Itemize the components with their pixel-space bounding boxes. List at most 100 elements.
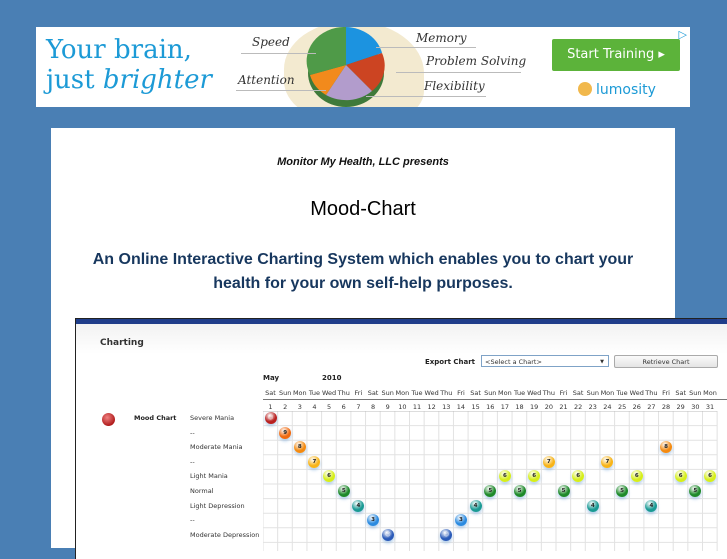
weekday-label: Sat xyxy=(367,389,379,397)
mood-point[interactable]: 5 xyxy=(337,485,350,497)
weekday-label: Tue xyxy=(616,389,628,397)
mood-point[interactable]: 4 xyxy=(645,499,658,512)
mood-point[interactable]: 5 xyxy=(557,485,570,497)
mood-chart-icon xyxy=(102,413,115,426)
lumosity-logo-icon xyxy=(578,82,592,96)
row-label: -- xyxy=(190,457,195,466)
day-number-label: 28 xyxy=(661,403,671,411)
mood-point[interactable]: 5 xyxy=(513,485,526,497)
ad-headline-line2: just xyxy=(46,65,103,95)
day-number-label: 27 xyxy=(647,403,656,411)
day-number-label: 14 xyxy=(456,403,466,411)
weekday-label: Wed xyxy=(527,389,542,397)
weekday-label: Wed xyxy=(322,389,337,397)
day-number-label: 23 xyxy=(588,403,597,411)
row-label: Light Depression xyxy=(190,501,245,510)
adchoices-icon[interactable]: ▷ xyxy=(679,28,687,41)
mood-point[interactable]: ☺ xyxy=(440,528,453,541)
mood-point[interactable]: 9 xyxy=(279,426,292,439)
day-number-label: 26 xyxy=(632,403,641,411)
day-number-label: 18 xyxy=(515,403,524,411)
weekday-label: Mon xyxy=(703,389,717,397)
day-number-label: 9 xyxy=(385,403,390,411)
ad-label-speed: Speed xyxy=(252,35,290,49)
day-number-label: 2 xyxy=(283,403,288,411)
row-label: Normal xyxy=(190,487,214,495)
weekday-label: Thu xyxy=(542,389,555,397)
weekday-label: Fri xyxy=(354,389,363,397)
mood-point[interactable]: 4 xyxy=(469,499,482,512)
row-label: Moderate Mania xyxy=(190,443,243,452)
weekday-label: Wed xyxy=(424,389,439,397)
day-number-label: 8 xyxy=(370,403,376,411)
day-number-label: 22 xyxy=(574,403,583,411)
retrieve-chart-button[interactable]: Retrieve Chart xyxy=(614,355,718,368)
ad-leader-line xyxy=(366,96,486,97)
ad-leader-line xyxy=(396,72,521,73)
ad-label-problem-solving: Problem Solving xyxy=(426,54,527,68)
mood-grid xyxy=(263,411,718,551)
row-label: -- xyxy=(190,516,195,525)
weekday-label: Sun xyxy=(689,389,702,397)
lumosity-logo[interactable]: lumosity xyxy=(578,82,656,98)
dropdown-arrow-icon: ▼ xyxy=(600,359,604,365)
header-divider xyxy=(263,399,727,400)
day-number-label: 3 xyxy=(297,403,302,411)
charting-app: Charting Export Chart <Select a Chart> ▼… xyxy=(75,318,727,559)
weekday-label: Sat xyxy=(572,389,584,397)
day-number-label: 31 xyxy=(705,403,715,411)
mood-point[interactable]: 6 xyxy=(674,470,687,483)
weekday-label: Fri xyxy=(457,389,465,397)
ad-headline: Your brain, just brighter xyxy=(46,35,212,95)
weekday-label: Mon xyxy=(292,389,307,397)
day-number-label: 24 xyxy=(603,403,612,411)
page-title: Mood-Chart xyxy=(310,198,416,220)
weekday-label: Sat xyxy=(470,389,481,397)
ad-headline-line1: Your brain, xyxy=(46,35,192,65)
day-number-label: 1 xyxy=(268,403,273,411)
mood-chart-label: Mood Chart xyxy=(134,414,177,422)
weekday-label: Sat xyxy=(265,389,276,397)
day-number-label: 15 xyxy=(471,403,480,411)
ad-label-memory: Memory xyxy=(416,31,467,45)
month-label: May xyxy=(263,374,280,382)
weekday-label: Sun xyxy=(381,389,394,397)
weekday-label: Fri xyxy=(559,389,568,397)
pie-graphic-icon xyxy=(306,27,385,107)
mood-point[interactable]: 7 xyxy=(542,455,555,468)
export-chart-select[interactable]: <Select a Chart> ▼ xyxy=(481,355,609,367)
weekday-label: Thu xyxy=(440,389,453,397)
weekday-label: Mon xyxy=(395,389,410,397)
mood-point[interactable]: 8 xyxy=(293,441,306,454)
export-chart-label: Export Chart xyxy=(425,358,475,366)
day-number-label: 7 xyxy=(356,403,361,411)
ad-banner[interactable]: Your brain, just brighter Speed Memory P… xyxy=(36,27,690,107)
row-label: Light Mania xyxy=(190,472,228,481)
weekday-label: Sun xyxy=(484,389,497,397)
weekday-label: Tue xyxy=(308,389,320,397)
mood-point[interactable]: 5 xyxy=(616,485,629,497)
mood-point[interactable]: 4 xyxy=(586,499,599,512)
day-number-label: 17 xyxy=(500,403,510,411)
mood-point[interactable]: 4 xyxy=(352,499,365,512)
year-label: 2010 xyxy=(322,374,342,382)
tagline: An Online Interactive Charting System wh… xyxy=(92,251,634,292)
mood-point[interactable]: ☺ xyxy=(381,528,394,541)
day-number-label: 11 xyxy=(412,403,422,411)
day-number-label: 10 xyxy=(398,403,407,411)
weekday-label: Sat xyxy=(675,389,687,397)
day-number-label: 19 xyxy=(530,403,539,411)
day-number-label: 6 xyxy=(341,403,346,411)
weekday-label: Thu xyxy=(645,389,658,397)
day-number-label: 21 xyxy=(559,403,568,411)
mood-point[interactable]: ☺ xyxy=(264,412,277,424)
ad-headline-italic: brighter xyxy=(102,65,212,95)
app-header xyxy=(76,324,727,354)
weekday-label: Wed xyxy=(629,389,644,397)
row-label: Moderate Depression xyxy=(190,530,260,539)
weekday-label: Thu xyxy=(337,389,350,397)
weekday-label: Fri xyxy=(662,389,670,397)
start-training-button[interactable]: Start Training ▸ xyxy=(552,39,680,71)
day-number-label: 5 xyxy=(327,403,332,411)
lumosity-logo-text: lumosity xyxy=(596,82,656,98)
